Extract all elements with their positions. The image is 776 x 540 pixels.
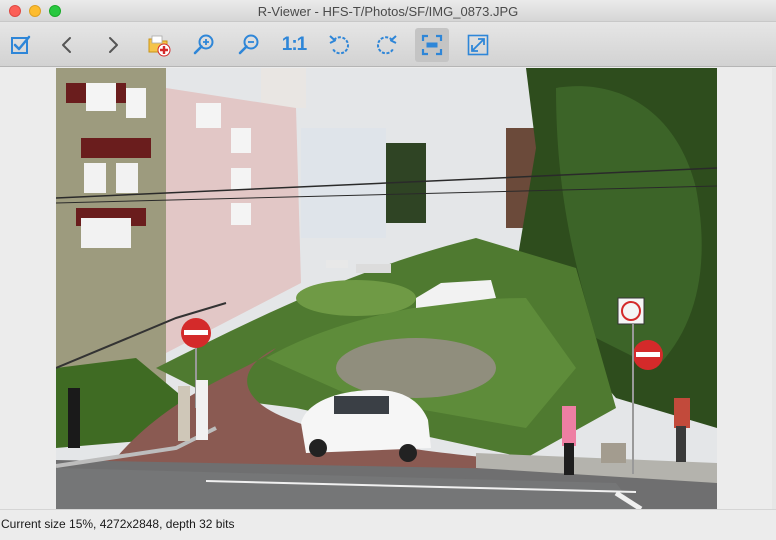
viewer-window: R-Viewer - HFS-T/Photos/SF/IMG_0873.JPG <box>0 0 776 540</box>
actual-size-icon: 1:1 <box>281 34 307 55</box>
fullscreen-button[interactable] <box>461 28 495 62</box>
lombard-street-photo <box>56 68 717 509</box>
fit-window-icon <box>421 34 443 56</box>
zoom-in-button[interactable] <box>187 28 221 62</box>
title-bar[interactable]: R-Viewer - HFS-T/Photos/SF/IMG_0873.JPG <box>0 0 776 22</box>
folder-recover-icon <box>148 35 171 57</box>
select-checkbox-button[interactable] <box>4 28 38 62</box>
previous-button[interactable] <box>50 28 84 62</box>
status-text: Current size 15%, 4272x2848, depth 32 bi… <box>1 517 235 531</box>
expand-icon <box>467 34 489 56</box>
status-bar: Current size 15%, 4272x2848, depth 32 bi… <box>0 509 776 540</box>
fit-to-window-button[interactable] <box>415 28 449 62</box>
scroll-edge <box>772 68 776 509</box>
chevron-left-icon <box>62 37 71 53</box>
rotate-left-button[interactable] <box>323 28 357 62</box>
toolbar: 1:1 <box>0 22 776 67</box>
rotate-right-button[interactable] <box>369 28 403 62</box>
photo-image[interactable] <box>56 68 717 509</box>
chevron-right-icon <box>109 37 118 53</box>
zoom-out-button[interactable] <box>232 28 266 62</box>
image-viewport[interactable] <box>0 68 776 509</box>
zoom-in-icon <box>193 34 214 55</box>
rotate-cw-icon <box>377 35 397 55</box>
next-button[interactable] <box>96 28 130 62</box>
checkbox-icon <box>11 35 31 54</box>
actual-size-button[interactable]: 1:1 <box>277 28 311 62</box>
recover-file-button[interactable] <box>142 28 176 62</box>
window-title: R-Viewer - HFS-T/Photos/SF/IMG_0873.JPG <box>257 4 519 19</box>
zoom-out-icon <box>238 34 259 55</box>
rotate-ccw-icon <box>329 35 349 55</box>
